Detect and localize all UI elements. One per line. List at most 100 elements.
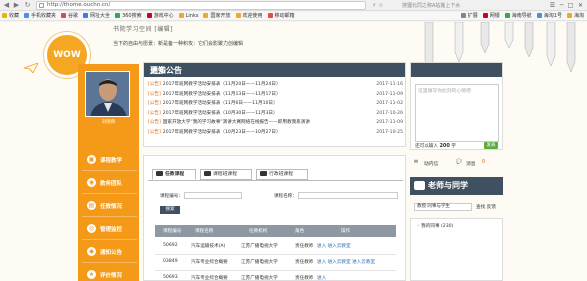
sidebar-item-4[interactable]: ◆ 通知公告 [82, 241, 137, 263]
bookmark-item[interactable]: 网址大全 [81, 12, 113, 20]
bookmark-icon [536, 13, 542, 18]
bookmark-item[interactable]: 收藏 [0, 12, 22, 20]
notice-tag: [公告] [148, 129, 161, 135]
close-button[interactable]: ✕ [576, 1, 585, 10]
notice-tag: [公告] [148, 110, 161, 116]
bolt-icon[interactable]: ⚡ [372, 2, 376, 9]
colleagues-item[interactable]: ◦ 我的同事 (230) [417, 223, 453, 229]
notice-item[interactable]: [公告] 2017年班网教学活动安排表（10月23日——10月27日） 2017-1… [148, 129, 403, 137]
bookmark-item[interactable]: 手机收藏夹 [22, 12, 59, 20]
table-row: 50693 汽车专业综合概要 江苏广播电视大学 责任教师 进入 [155, 272, 396, 281]
notice-item[interactable]: [公告] 2017年班网教学活动安排表（11月20日——11月24日） 2017-1… [148, 81, 403, 89]
bookmark-item[interactable]: 海淘1号 [535, 12, 565, 20]
bookmark-label: 移动邮箱 [274, 13, 295, 19]
bookmark-item[interactable]: 扩展 [459, 12, 481, 20]
table-row: 03849 汽车专业综合概要 江苏广播电视大学 责任教师 进入 进入云教室 进入云教室 [155, 256, 396, 271]
colleagues-list: ◦ 我的同事 (230) [410, 218, 503, 281]
minimize-button[interactable]: ─ [557, 1, 566, 10]
sidebar-item-1[interactable]: ◉ 教务团队 [82, 172, 137, 194]
sidebar-item-0[interactable]: ▣ 课程教学 [82, 149, 137, 171]
tab-admin-courses[interactable]: 行政班课程 [256, 169, 308, 180]
teacher-panel-header: 老师与同学 [410, 177, 503, 195]
menu-icon: ◆ [87, 247, 96, 256]
menu-icon[interactable]: ☰ [548, 1, 557, 10]
notice-item[interactable]: [公告] 国家开放大学“我的学习故事”演讲大赛网络在线报告——即用教我系演讲 201… [148, 119, 403, 127]
bookmark-item[interactable]: 360搜索 [113, 12, 145, 20]
forward-button[interactable]: ▶ [12, 1, 21, 10]
notice-tag: [公告] [148, 101, 161, 106]
bookmark-item[interactable]: 海淘 [565, 12, 587, 20]
address-bar[interactable]: http://thome.ouchn.cn/ [36, 1, 366, 10]
status-input[interactable]: 这里填写你此刻的心情吧 [415, 84, 499, 142]
course-search-button[interactable]: 搜索 [160, 206, 180, 214]
course-table-header: 课程编号 课程名称 任教机构 角色 操作 [155, 225, 396, 237]
course-code-label: 课程编号： [160, 194, 183, 199]
bookmark-label: 网银 [489, 13, 500, 19]
tab-class-courses[interactable]: 课程班课程 [200, 169, 252, 180]
avatar[interactable] [85, 71, 130, 117]
notice-tag: [公告] [148, 120, 161, 125]
notice-item[interactable]: [公告] 2017年班网教学活动安排表（10月30日——11月3日） 2017-10… [148, 110, 403, 118]
back-button[interactable]: ◀ [2, 1, 11, 10]
cell-ops[interactable]: 进入 进入云教室 [317, 243, 351, 249]
notice-text: 2017年班网教学活动安排表（11月20日——11月24日） [162, 82, 281, 87]
notice-date: 2017-11-16 [376, 82, 403, 87]
cell-ops[interactable]: 进入 [317, 275, 326, 281]
bookmark-icon [460, 13, 466, 18]
bookmark-item[interactable]: Links [177, 12, 202, 20]
bookmark-label: 收藏 [9, 13, 20, 19]
refresh-button[interactable]: ↻ [23, 1, 32, 10]
monitor-icon [204, 171, 211, 176]
bookmark-label: 欢迎使用 [242, 13, 263, 19]
bookmark-item[interactable]: 游戏中心 [145, 12, 177, 20]
sidebar-item-label: 通知公告 [100, 250, 123, 256]
chat-icon[interactable]: 💬 [456, 160, 462, 165]
sidebar-item-label: 课程教学 [100, 158, 123, 164]
notice-item[interactable]: [公告] 2017年班网教学活动安排表（11月6日——11月10日） 2017-11… [148, 100, 403, 108]
paper-plane-icon [24, 63, 38, 73]
star-icon[interactable]: ☆ [378, 2, 383, 9]
sidebar-item-2[interactable]: ▤ 任教情况 [82, 195, 137, 217]
teacher-search-input[interactable]: 教授 同事与学生 [414, 203, 472, 211]
course-code-input[interactable] [184, 192, 242, 199]
notice-item[interactable]: [公告] 2017年班网教学活动安排表（11月13日——11月17日） 2017-1… [148, 91, 403, 99]
bookmark-icon [115, 13, 121, 18]
bookmark-label: 海淘1号 [543, 13, 562, 19]
sidebar-item-3[interactable]: ◎ 管理监控 [82, 218, 137, 240]
notice-more-link[interactable]: 更多 [150, 65, 402, 76]
mail-icon[interactable]: ✉ [414, 160, 418, 165]
bookmark-item[interactable]: 网银 [481, 12, 503, 20]
messages-count: 0 [482, 160, 486, 165]
notice-date: 2017-11-09 [376, 91, 403, 97]
bookmarks-bar: 收藏 手机收藏夹 谷歌 网址大全 360搜索 游戏中心 Links 国家开放 欢迎使用 移动邮箱 … [0, 12, 587, 21]
col-name: 课程名称 [195, 229, 214, 234]
site-title[interactable]: 书院学习空间 [编辑] [113, 24, 173, 33]
bookmark-item[interactable]: 海南导航 [503, 12, 535, 20]
bookmark-item[interactable]: 谷歌 [59, 12, 81, 20]
bookmark-item[interactable]: 移动邮箱 [266, 12, 298, 20]
bookmark-label: 扩展 [467, 13, 478, 19]
left-sidebar: 刘晓燕 ▣ 课程教学 ◉ 教务团队 ▤ 任教情况 ◎ 管理监控 ◆ 通知公告 ★ 评价情况 [78, 64, 139, 281]
cell-role: 责任教师 [295, 276, 314, 281]
bookmark-icon [235, 13, 241, 18]
notice-date: 2017-11-09 [376, 120, 403, 125]
maximize-button[interactable]: □ [566, 1, 575, 10]
col-org: 任教机构 [249, 229, 268, 234]
bookmark-item[interactable]: 欢迎使用 [234, 12, 266, 20]
messages-link[interactable]: 消息 [466, 160, 476, 167]
notice-text: 2017年班网教学活动安排表（11月13日——11月17日） [162, 91, 281, 97]
cell-name: 汽车专业综合概要 [191, 276, 228, 281]
bookmark-icon [566, 13, 572, 18]
sidebar-item-5[interactable]: ★ 评价情况 [82, 264, 137, 281]
tab-teaching-courses[interactable]: 任教课程 [152, 169, 196, 180]
col-ops: 操作 [341, 229, 351, 234]
browser-tab-title[interactable]: 搜狸北同之称A站搬上下水 [402, 2, 552, 9]
teacher-search-link[interactable]: 查找 反馈 [476, 204, 496, 210]
post-submit-button[interactable]: 发表 [484, 142, 498, 149]
cell-code: 50693 [163, 275, 178, 280]
course-name-input[interactable] [298, 192, 398, 199]
bookmark-item[interactable]: 国家开放 [201, 12, 233, 20]
activity-link[interactable]: 动内信 [424, 160, 438, 167]
notice-date: 2017-10-25 [376, 129, 403, 135]
cell-ops[interactable]: 进入 进入云教室 进入云教室 [317, 259, 375, 265]
